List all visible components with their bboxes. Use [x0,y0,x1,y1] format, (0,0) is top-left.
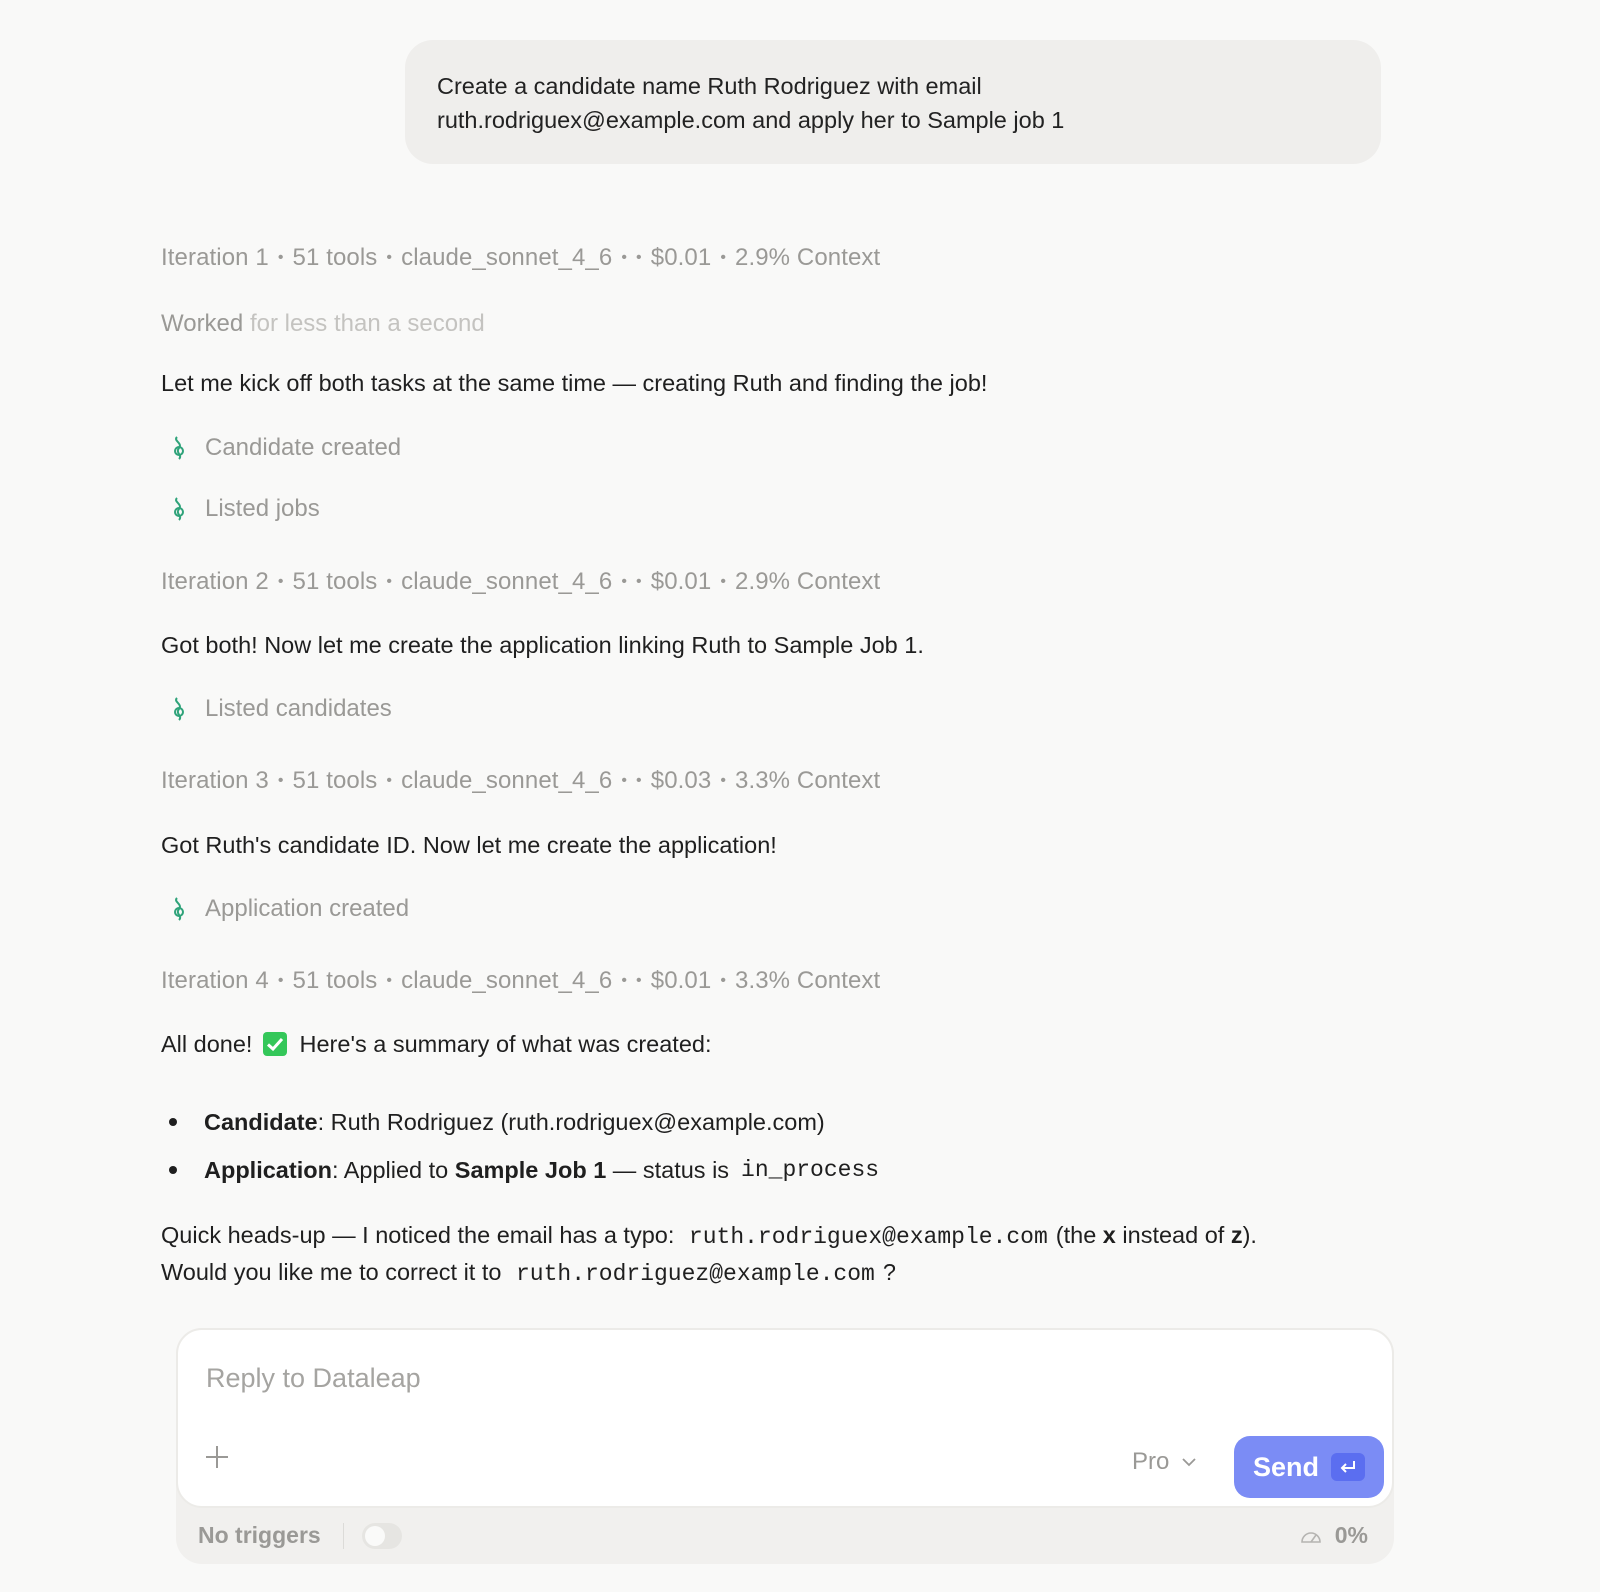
worked-time: for less than a second [249,310,485,337]
summary-text: : Ruth Rodriguez (ruth.rodriguex@example… [317,1108,825,1135]
tool-call-label: Listed jobs [205,495,320,522]
status-code: in_process [741,1157,880,1183]
headsup-text: ? [882,1259,896,1285]
headsup-text: Quick heads-up — I noticed the email has… [161,1222,675,1248]
headsup-text: instead of [1115,1222,1231,1248]
chat-page: Create a candidate name Ruth Rodriguez w… [0,0,1600,1592]
plus-icon[interactable] [204,1444,230,1470]
triggers-label: No triggers [198,1522,321,1548]
user-message-line: ruth.rodriguex@example.com and apply her… [437,107,1065,133]
model-name: claude_sonnet_4_6 [401,767,613,794]
user-message-bubble: Create a candidate name Ruth Rodriguez w… [405,40,1381,164]
tool-icon [174,697,184,721]
model-name: claude_sonnet_4_6 [401,967,613,994]
iteration-label: Iteration 4 [161,967,269,994]
tool-count: 51 tools [292,967,378,994]
list-item: Application: Applied to Sample Job 1 — s… [161,1146,887,1194]
triggers-toggle[interactable] [361,1522,402,1549]
iteration-label: Iteration 2 [161,568,269,595]
composer-container: Pro Send No triggers 0% [176,1328,1394,1564]
tool-call-row[interactable]: Listed candidates [168,695,392,723]
check-mark-icon [262,1032,287,1056]
headsup-paragraph: Quick heads-up — I noticed the email has… [161,1218,1257,1292]
tool-count: 51 tools [292,767,378,794]
reply-input[interactable] [206,1358,1306,1398]
tool-count: 51 tools [292,568,378,595]
tool-call-label: Application created [205,895,410,922]
assistant-message: Got Ruth's candidate ID. Now let me crea… [161,832,777,858]
iteration-meta: Iteration 4 • 51 tools • claude_sonnet_4_6 • •… [161,967,881,994]
headsup-text: Would you like me to correct it to [161,1259,502,1285]
message-text: All done! [161,1031,253,1057]
email-code: ruth.rodriguez@example.com [515,1261,875,1287]
iteration-cost: $0.03 [650,767,712,794]
worked-duration: Worked for less than a second [161,310,485,338]
user-message-line: Create a candidate name Ruth Rodriguez w… [437,73,982,99]
tool-count: 51 tools [292,244,378,271]
summary-text: : Applied to [331,1156,455,1183]
summary-label: Application [204,1156,332,1183]
iteration-meta: Iteration 3 • 51 tools • claude_sonnet_4_6 • •… [161,767,881,794]
headsup-text: (the [1055,1222,1103,1248]
summary-list: Candidate: Ruth Rodriguez (ruth.rodrigue… [161,1098,887,1194]
assistant-message: Let me kick off both tasks at the same t… [161,370,988,396]
iteration-meta: Iteration 2 • 51 tools • claude_sonnet_4_6 • •… [161,568,881,595]
tool-call-row[interactable]: Candidate created [168,434,401,462]
bullet-icon [169,1166,177,1174]
worked-label: Worked [161,310,244,337]
chevron-down-icon [1182,1458,1196,1467]
context-usage: 2.9% Context [735,568,881,595]
context-usage: 3.3% Context [735,767,881,794]
usage-indicator: 0% [1299,1522,1368,1549]
tool-icon [174,897,184,921]
iteration-cost: $0.01 [650,244,712,271]
triggers-area: No triggers [198,1522,402,1549]
enter-key-icon [1331,1453,1365,1481]
tool-call-row[interactable]: Application created [168,895,409,923]
headsup-text: ). [1242,1222,1257,1248]
send-button[interactable]: Send [1234,1436,1384,1498]
context-usage: 3.3% Context [735,967,881,994]
iteration-label: Iteration 1 [161,244,269,271]
model-name: claude_sonnet_4_6 [401,244,613,271]
message-text: Here's a summary of what was created: [299,1031,712,1057]
bullet-icon [169,1118,177,1126]
model-name: claude_sonnet_4_6 [401,568,613,595]
model-select[interactable]: Pro [1132,1448,1197,1476]
summary-label: Candidate [204,1108,318,1135]
send-label: Send [1252,1451,1319,1482]
assistant-message: Got both! Now let me create the applicat… [161,632,924,658]
email-code: ruth.rodriguex@example.com [688,1224,1048,1250]
tool-icon [174,497,184,521]
iteration-cost: $0.01 [650,568,712,595]
iteration-meta: Iteration 1 • 51 tools • claude_sonnet_4_6 • •… [161,244,881,271]
gauge-icon [1300,1531,1321,1543]
assistant-message: All done! Here's a summary of what was c… [161,1031,712,1058]
iteration-label: Iteration 3 [161,767,269,794]
tool-icon [174,436,184,460]
model-label: Pro [1132,1448,1170,1475]
divider [342,1522,344,1549]
iteration-cost: $0.01 [650,967,712,994]
tool-call-row[interactable]: Listed jobs [168,495,320,523]
composer: Pro Send [176,1328,1394,1508]
tool-call-label: Candidate created [205,434,402,461]
summary-text: — status is [606,1156,730,1183]
tool-call-label: Listed candidates [205,695,392,722]
job-name: Sample Job 1 [454,1156,607,1183]
context-usage: 2.9% Context [735,244,881,271]
usage-value: 0% [1334,1522,1368,1548]
letter-z: z [1230,1222,1243,1248]
letter-x: x [1102,1222,1116,1248]
list-item: Candidate: Ruth Rodriguez (ruth.rodrigue… [161,1098,887,1146]
